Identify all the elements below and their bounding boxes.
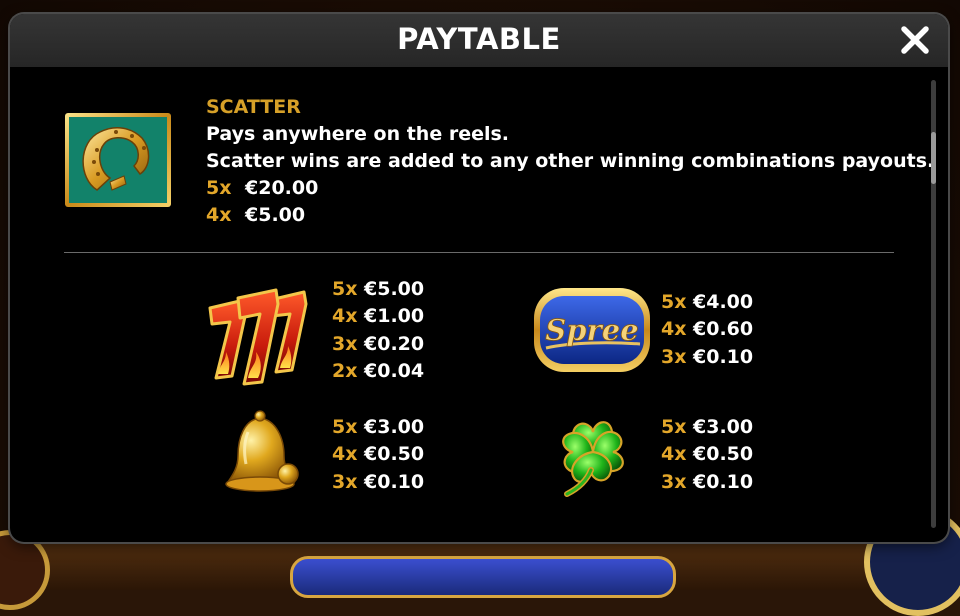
pay-list: 5x €4.00 4x €0.60 3x €0.10 [661, 289, 753, 371]
pay-amount: €20.00 [245, 177, 319, 199]
close-icon[interactable] [900, 25, 930, 55]
pay-multiplier: 2x [332, 359, 358, 382]
pay-multiplier: 5x [332, 416, 358, 438]
pay-multiplier: 3x [661, 345, 687, 368]
pay-amount: €5.00 [245, 204, 306, 226]
scatter-pay-row: 5x €20.00 [206, 175, 934, 202]
pay-multiplier: 3x [661, 470, 687, 493]
modal-header: PAYTABLE [10, 14, 948, 67]
pay-row: 2x €0.04 [332, 358, 424, 385]
pay-multiplier: 5x [661, 416, 687, 438]
pay-list: 5x €3.00 4x €0.50 3x €0.10 [332, 414, 424, 496]
bg-decoration [0, 530, 50, 610]
scatter-pay-row: 4x €5.00 [206, 202, 934, 229]
pay-amount: €3.00 [693, 416, 754, 438]
pay-amount: €0.04 [364, 359, 425, 382]
pay-multiplier: 4x [661, 318, 687, 341]
bell-icon [225, 410, 299, 492]
pay-row: 5x €3.00 [661, 414, 753, 441]
pay-row: 3x €0.10 [332, 469, 424, 496]
spree-logo-icon: Spree [532, 284, 652, 376]
clover-icon [562, 421, 624, 497]
spree-logo-text: Spree [545, 313, 638, 347]
pay-list: 5x €3.00 4x €0.50 3x €0.10 [661, 414, 753, 496]
pay-multiplier: 5x [661, 291, 687, 313]
pay-amount: €0.50 [693, 443, 754, 466]
section-divider [64, 252, 894, 253]
pay-amount: €0.10 [693, 345, 754, 368]
bg-spin-panel [290, 556, 676, 598]
pay-amount: €0.50 [364, 443, 425, 466]
pay-amount: €0.20 [364, 332, 425, 355]
paytable-modal: PAYTABLE SCATTER Pays anywhere on the re… [10, 14, 948, 542]
pay-multiplier: 3x [332, 470, 358, 493]
scrollbar-thumb[interactable] [931, 132, 936, 184]
modal-title: PAYTABLE [397, 22, 561, 56]
pay-multiplier: 4x [332, 443, 358, 466]
game-bottom-bar [0, 508, 960, 616]
triple-seven-icon [208, 288, 308, 386]
scatter-line-2: Scatter wins are added to any other winn… [206, 150, 935, 172]
pay-row: 4x €0.50 [661, 441, 753, 468]
pay-row: 4x €1.00 [332, 303, 424, 330]
horseshoe-icon [65, 113, 171, 207]
pay-row: 3x €0.10 [661, 344, 753, 371]
pay-multiplier: 3x [332, 332, 358, 355]
pay-multiplier: 4x [661, 443, 687, 466]
pay-multiplier: 4x [332, 305, 358, 328]
pay-row: 3x €0.20 [332, 331, 424, 358]
pay-list: 5x €5.00 4x €1.00 3x €0.20 2x €0.04 [332, 276, 424, 385]
pay-row: 4x €0.60 [661, 316, 753, 343]
pay-row: 3x €0.10 [661, 469, 753, 496]
pay-row: 4x €0.50 [332, 441, 424, 468]
pay-amount: €0.60 [693, 318, 754, 341]
pay-row: 5x €5.00 [332, 276, 424, 303]
pay-multiplier: 4x [206, 204, 232, 226]
scatter-description: SCATTER Pays anywhere on the reels. Scat… [206, 94, 934, 229]
pay-amount: €3.00 [364, 416, 425, 438]
pay-amount: €1.00 [364, 305, 425, 328]
scatter-title: SCATTER [206, 96, 301, 118]
pay-multiplier: 5x [332, 278, 358, 300]
pay-row: 5x €4.00 [661, 289, 753, 316]
scatter-line-1: Pays anywhere on the reels. [206, 123, 510, 145]
pay-amount: €5.00 [364, 278, 425, 300]
pay-row: 5x €3.00 [332, 414, 424, 441]
pay-amount: €0.10 [693, 470, 754, 493]
pay-amount: €0.10 [364, 470, 425, 493]
pay-amount: €4.00 [693, 291, 754, 313]
pay-multiplier: 5x [206, 177, 232, 199]
spree-logo-graphic: Spree [534, 288, 650, 372]
